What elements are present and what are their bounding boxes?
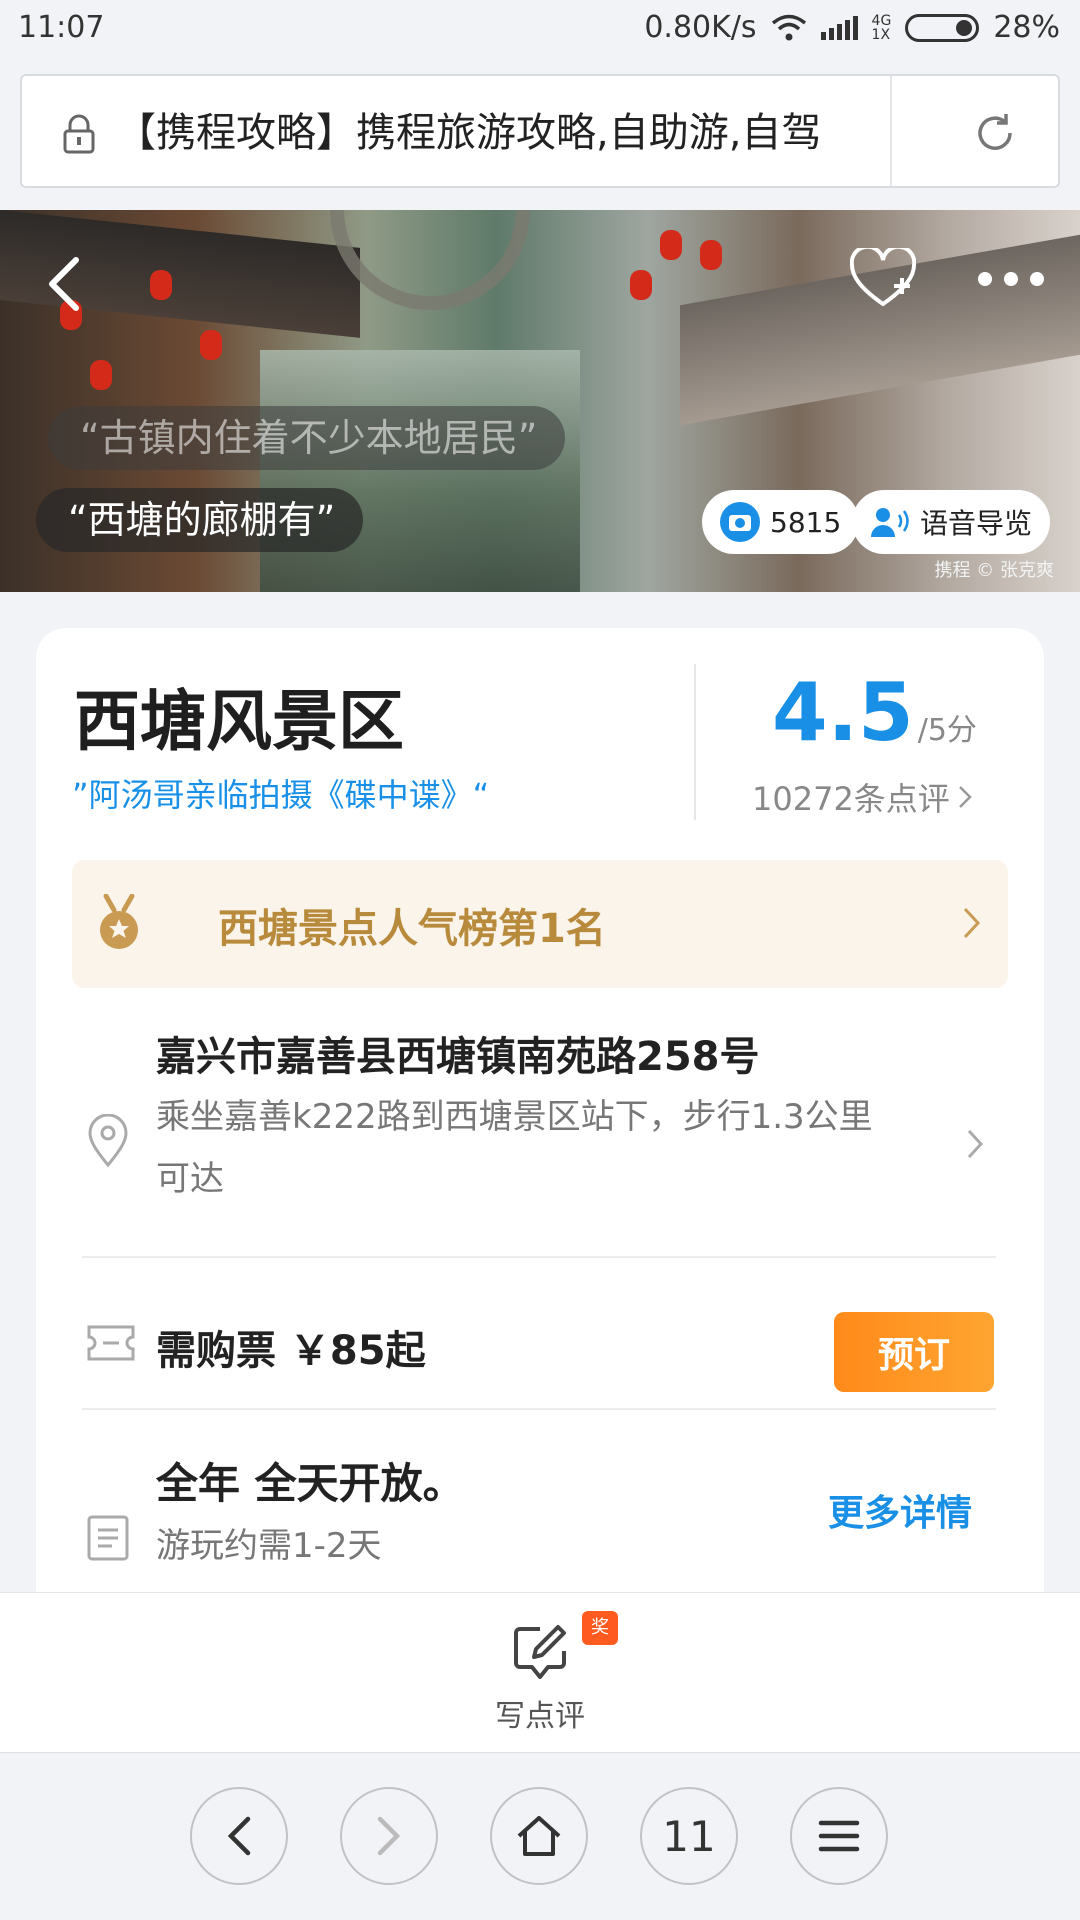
menu-icon <box>818 1820 860 1852</box>
browser-tabs-button[interactable]: 11 <box>640 1787 738 1885</box>
more-options-icon[interactable] <box>978 272 1048 288</box>
book-button[interactable]: 预订 <box>834 1312 994 1392</box>
status-time: 11:07 <box>18 10 105 45</box>
photo-count-pill[interactable]: 5815 <box>702 490 860 554</box>
browser-back-button[interactable] <box>190 1787 288 1885</box>
chevron-right-icon <box>963 907 981 939</box>
tabs-count: 11 <box>662 1811 716 1861</box>
status-icons: 0.80K/s 4G 1X 28% <box>644 10 1060 45</box>
network-type: 4G 1X <box>871 12 892 43</box>
rank-text: 西塘景点人气榜第1名 <box>218 906 606 952</box>
score-unit: /5分 <box>917 713 977 748</box>
back-icon[interactable] <box>44 254 84 314</box>
bridge-shape <box>330 210 530 310</box>
lantern-shape <box>200 330 222 360</box>
photo-count: 5815 <box>770 505 842 539</box>
score-value: 4.5 <box>772 666 914 759</box>
url-bar[interactable]: 【携程攻略】携程旅游攻略,自助游,自驾 <box>20 74 1060 188</box>
score-divider <box>694 664 696 820</box>
write-review-bar[interactable]: 奖 写点评 <box>0 1592 1080 1752</box>
browser-forward-button[interactable] <box>340 1787 438 1885</box>
lantern-shape <box>660 230 682 260</box>
chevron-right-icon <box>377 1816 401 1856</box>
hero-quote: “西塘的廊棚有” <box>36 488 364 552</box>
opening-hours: 全年 全天开放。 <box>156 1459 465 1508</box>
ticket-price: 需购票 ￥85起 <box>156 1328 426 1374</box>
wifi-icon <box>771 14 806 40</box>
reviews-count: 10272条点评 <box>752 780 950 818</box>
network-speed: 0.80K/s <box>644 10 757 45</box>
canal-shape <box>260 350 580 592</box>
audio-guide-pill[interactable]: 语音导览 <box>852 490 1051 554</box>
ticket-row[interactable]: 需购票 ￥85起 预订 <box>36 1288 1044 1398</box>
url-divider <box>890 76 892 186</box>
reviews-link[interactable]: 10272条点评 <box>752 774 972 820</box>
chevron-right-icon <box>958 786 972 808</box>
opening-hours-row[interactable]: 全年 全天开放。 游玩约需1-2天 更多详情 <box>36 1440 1044 1590</box>
popularity-rank-banner[interactable]: 西塘景点人气榜第1名 <box>72 860 1008 988</box>
chevron-right-icon <box>967 1129 984 1159</box>
lantern-shape <box>90 360 112 390</box>
attraction-subtitle: ”阿汤哥亲临拍摄《碟中谍》“ <box>72 776 490 814</box>
directions-text: 乘坐嘉善k222路到西塘景区站下，步行1.3公里可达 <box>156 1097 873 1199</box>
divider <box>82 1256 996 1258</box>
camera-icon <box>720 502 760 542</box>
url-text[interactable]: 【携程攻略】携程旅游攻略,自助游,自驾 <box>116 104 890 162</box>
status-bar: 11:07 0.80K/s 4G 1X 28% <box>0 0 1080 62</box>
photo-credit: 携程 © 张克爽 <box>934 560 1054 581</box>
audio-guide-icon <box>871 508 909 537</box>
home-icon <box>517 1816 561 1856</box>
chevron-left-icon <box>227 1816 251 1856</box>
ticket-icon <box>87 1325 135 1361</box>
signal-icon <box>820 15 858 40</box>
reward-badge: 奖 <box>582 1611 618 1645</box>
address-text: 嘉兴市嘉善县西塘镇南苑路258号 <box>156 1034 760 1080</box>
attraction-title: 西塘风景区 <box>74 683 404 760</box>
medal-icon <box>100 894 138 949</box>
lantern-shape <box>700 240 722 270</box>
hero-quote-faded: “古镇内住着不少本地居民” <box>48 406 566 470</box>
document-icon <box>87 1515 129 1561</box>
lock-icon <box>63 114 95 154</box>
battery-level: 28% <box>993 10 1060 45</box>
browser-navigation-bar: 11 <box>0 1752 1080 1920</box>
audio-guide-label: 语音导览 <box>920 507 1033 540</box>
attraction-card: 西塘风景区 ”阿汤哥亲临拍摄《碟中谍》“ 4.5 /5分 10272条点评 西塘… <box>36 628 1044 1628</box>
lantern-shape <box>630 270 652 300</box>
write-review-label: 写点评 <box>495 1699 585 1734</box>
rating-score: 4.5 /5分 <box>772 666 977 759</box>
lantern-shape <box>150 270 172 300</box>
write-review-icon <box>514 1625 566 1679</box>
battery-icon <box>905 13 980 42</box>
reload-icon[interactable] <box>972 110 1018 156</box>
address-row[interactable]: 嘉兴市嘉善县西塘镇南苑路258号 乘坐嘉善k222路到西塘景区站下，步行1.3公… <box>36 1024 1044 1234</box>
favorite-heart-icon[interactable] <box>850 248 916 308</box>
location-pin-icon <box>88 1114 128 1168</box>
divider <box>82 1408 996 1410</box>
browser-home-button[interactable] <box>490 1787 588 1885</box>
hero-image[interactable]: “古镇内住着不少本地居民” “西塘的廊棚有” 5815 语音导览 携程 © 张克… <box>0 210 1080 592</box>
visit-duration: 游玩约需1-2天 <box>156 1526 382 1566</box>
more-details-link[interactable]: 更多详情 <box>828 1484 972 1536</box>
browser-menu-button[interactable] <box>790 1787 888 1885</box>
